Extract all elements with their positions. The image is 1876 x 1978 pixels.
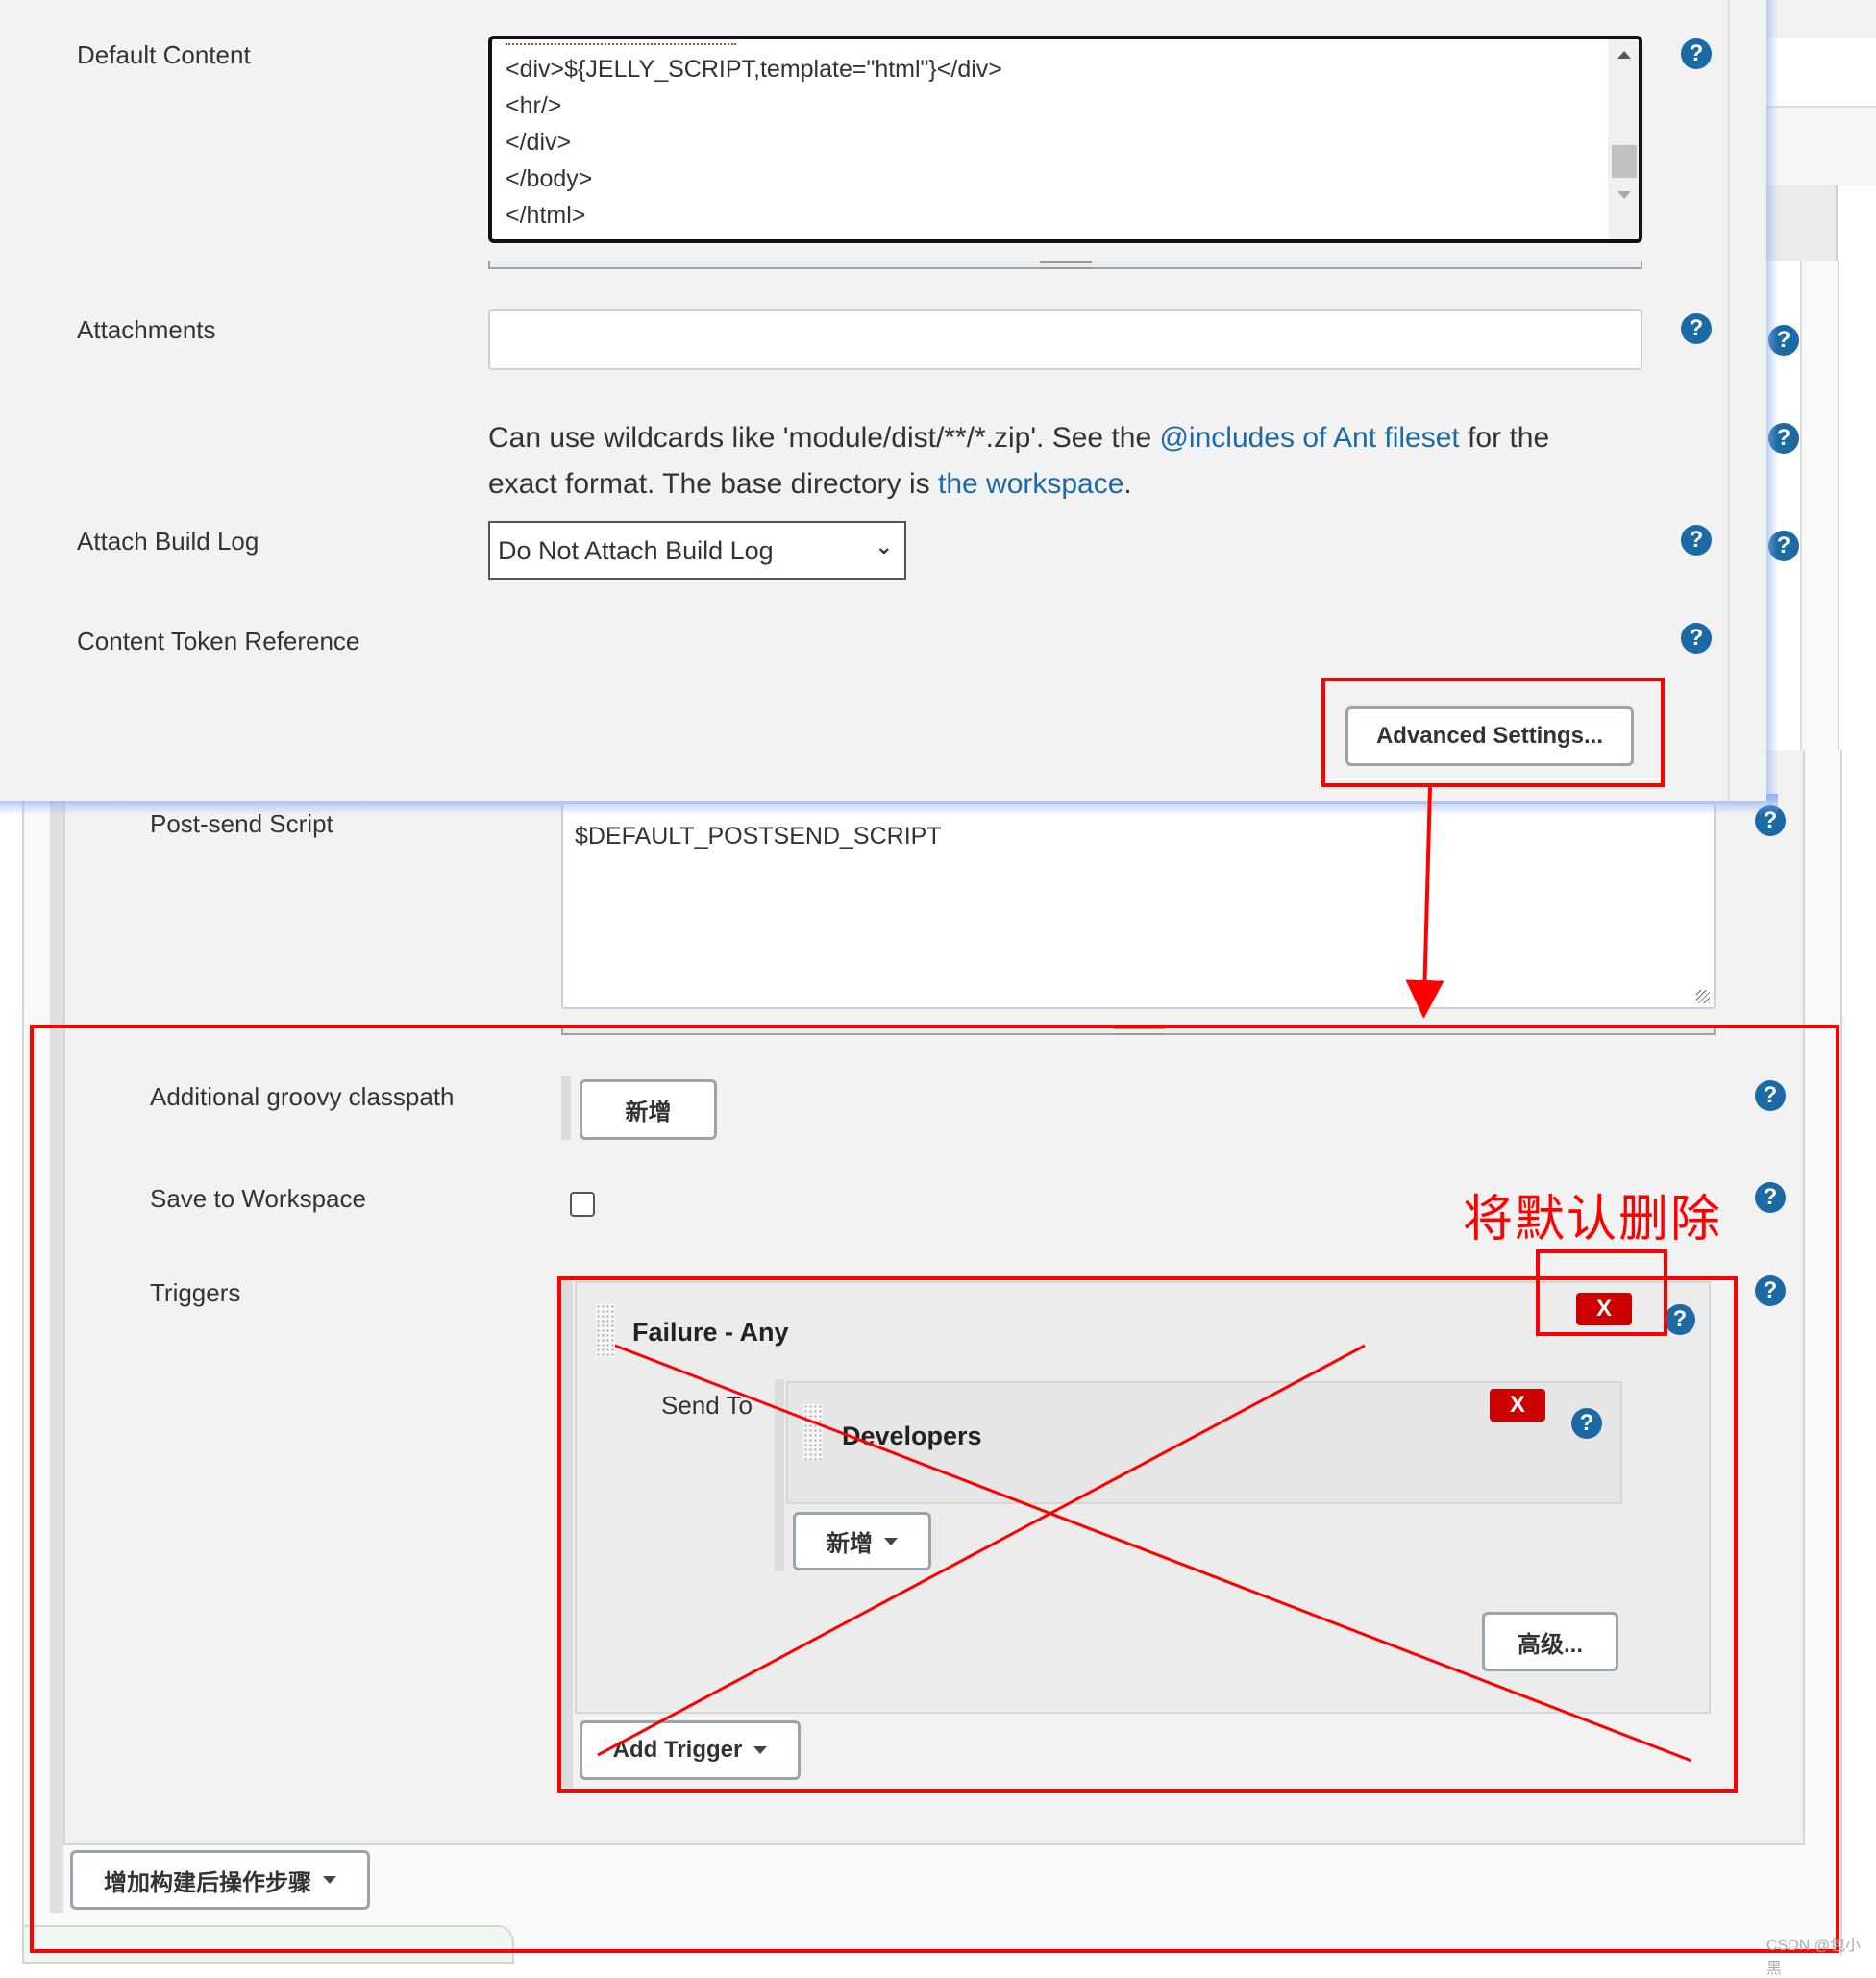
watermark: CSDN @包小黑 <box>1766 1938 1862 1977</box>
strike-line <box>614 1344 1692 1763</box>
strike-line <box>597 1344 1366 1757</box>
annotation-overlay <box>597 786 1692 1763</box>
annotation-arrow <box>1405 786 1444 1019</box>
